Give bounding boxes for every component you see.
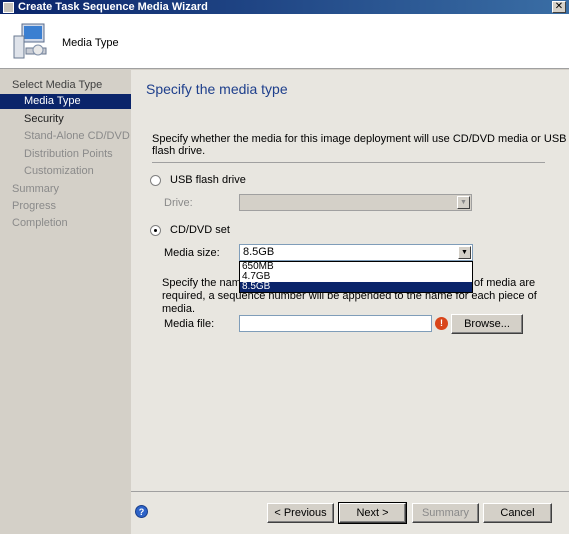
separator <box>152 162 545 163</box>
usb-radio[interactable] <box>150 174 161 186</box>
step-summary: Summary <box>12 183 60 195</box>
close-button[interactable]: ✕ <box>552 1 566 13</box>
drive-select: ▼ <box>239 194 472 211</box>
step-media-type: Media Type <box>0 94 131 109</box>
cancel-button[interactable]: Cancel <box>483 503 552 523</box>
step-customization: Customization <box>24 165 94 177</box>
step-progress: Progress <box>12 200 57 212</box>
step-completion: Completion <box>12 217 68 229</box>
step-distribution-points: Distribution Points <box>24 148 113 160</box>
footer-separator <box>131 491 569 492</box>
app-icon <box>3 1 14 13</box>
cd-dvd-set-option[interactable]: CD/DVD set <box>150 224 230 236</box>
media-size-dropdown-list: 650MB 4.7GB 8.5GB <box>239 261 473 293</box>
wizard-header: Media Type <box>0 14 569 69</box>
browse-button[interactable]: Browse... <box>451 314 523 334</box>
title-bar: Create Task Sequence Media Wizard ✕ <box>0 0 569 14</box>
wizard-steps-sidebar: Select Media Type Media Type Security St… <box>0 70 131 534</box>
instruction-text: Specify whether the media for this image… <box>152 133 567 157</box>
usb-flash-drive-option[interactable]: USB flash drive <box>150 174 246 186</box>
header-title: Media Type <box>62 37 119 49</box>
usb-radio-label: USB flash drive <box>170 174 246 186</box>
media-size-option-650mb[interactable]: 650MB <box>240 262 472 272</box>
chevron-down-icon: ▼ <box>457 196 470 209</box>
page-title: Specify the media type <box>146 81 288 97</box>
main-panel: Specify the media type Specify whether t… <box>131 70 569 534</box>
error-icon: ! <box>435 317 448 330</box>
step-security: Security <box>24 113 64 125</box>
media-size-label: Media size: <box>164 247 220 259</box>
step-select-media-type: Select Media Type <box>12 79 103 91</box>
cd-dvd-radio-label: CD/DVD set <box>170 224 230 236</box>
media-size-option-8-5gb[interactable]: 8.5GB <box>240 282 472 292</box>
previous-button[interactable]: < Previous <box>267 503 334 523</box>
media-size-value: 8.5GB <box>243 246 275 258</box>
next-button[interactable]: Next > <box>338 502 407 524</box>
step-stand-alone-cd-dvd: Stand-Alone CD/DVD <box>24 130 130 142</box>
media-file-input[interactable] <box>239 315 432 332</box>
media-size-option-4-7gb[interactable]: 4.7GB <box>240 272 472 282</box>
media-file-label: Media file: <box>164 318 215 330</box>
help-icon[interactable]: ? <box>135 505 148 518</box>
drive-label: Drive: <box>164 197 193 209</box>
computer-icon <box>13 23 47 59</box>
description-line2: required, a sequence number will be appe… <box>162 290 537 315</box>
media-size-select[interactable]: 8.5GB ▼ <box>239 244 473 261</box>
cd-dvd-radio[interactable] <box>150 224 161 236</box>
summary-button: Summary <box>412 503 479 523</box>
description-line1-right: of media are <box>474 277 536 289</box>
chevron-down-icon[interactable]: ▼ <box>458 246 471 259</box>
window-title: Create Task Sequence Media Wizard <box>18 1 208 13</box>
